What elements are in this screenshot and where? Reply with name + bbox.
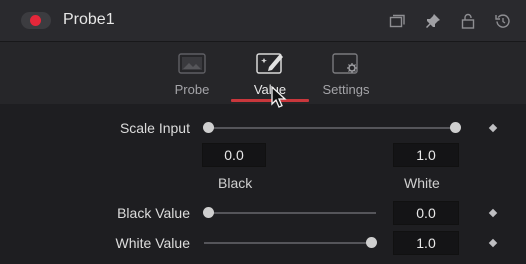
scale-input-white-field[interactable]: 1.0 [393, 143, 459, 167]
black-label: Black [218, 175, 253, 191]
black-value-keyframe-icon[interactable] [488, 208, 498, 218]
value-tab-icon [254, 50, 286, 78]
tab-probe-label: Probe [174, 82, 210, 97]
white-value-slider-track[interactable] [204, 242, 376, 244]
mouse-cursor-icon [271, 86, 287, 108]
scale-input-black-field[interactable]: 0.0 [202, 143, 266, 167]
settings-tab-icon [330, 50, 362, 78]
scale-input-label: Scale Input [119, 120, 190, 136]
white-value-keyframe-icon[interactable] [488, 238, 498, 248]
scale-input-white-handle[interactable] [450, 122, 461, 133]
tab-bar: Probe Value Settings [0, 42, 526, 104]
white-value-label: White Value [115, 235, 190, 251]
white-value-slider-handle[interactable] [366, 237, 377, 248]
black-value-field[interactable]: 0.0 [393, 201, 459, 225]
scale-input-keyframe-icon[interactable] [488, 123, 498, 133]
scale-input-black-handle[interactable] [203, 122, 214, 133]
scale-input-range-track[interactable] [208, 127, 458, 129]
white-value-field[interactable]: 1.0 [393, 231, 459, 255]
copy-icon[interactable] [388, 12, 406, 30]
lock-icon[interactable] [459, 12, 477, 30]
node-header: Probe1 [0, 0, 526, 42]
enable-dot [30, 15, 41, 26]
black-value-slider-handle[interactable] [203, 207, 214, 218]
node-enable-toggle[interactable] [21, 12, 51, 29]
tab-settings[interactable]: Settings [311, 50, 381, 104]
pin-icon[interactable] [424, 12, 442, 30]
black-value-slider-track[interactable] [208, 212, 376, 214]
tab-probe[interactable]: Probe [157, 50, 227, 104]
white-label: White [404, 175, 440, 191]
probe-tab-icon [176, 50, 208, 78]
node-title: Probe1 [63, 11, 115, 28]
black-value-label: Black Value [117, 205, 190, 221]
reset-icon[interactable] [494, 12, 512, 30]
tab-settings-label: Settings [322, 82, 370, 97]
